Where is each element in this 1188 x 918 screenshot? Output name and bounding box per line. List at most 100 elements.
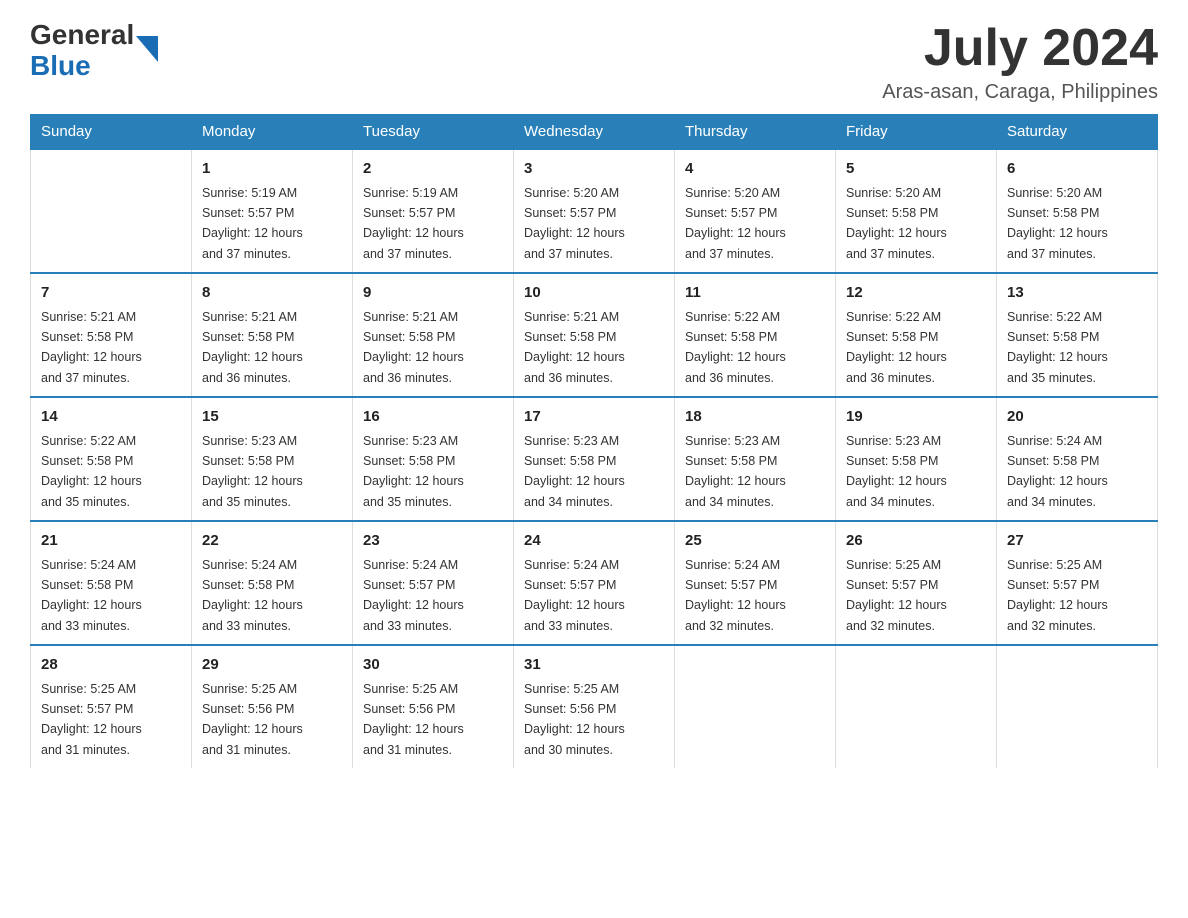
- day-info: Sunrise: 5:20 AM Sunset: 5:58 PM Dayligh…: [846, 186, 947, 261]
- day-info: Sunrise: 5:20 AM Sunset: 5:57 PM Dayligh…: [524, 186, 625, 261]
- calendar-cell: 17 Sunrise: 5:23 AM Sunset: 5:58 PM Dayli…: [514, 397, 675, 521]
- day-number: 1: [202, 158, 342, 181]
- day-info: Sunrise: 5:21 AM Sunset: 5:58 PM Dayligh…: [41, 310, 142, 385]
- day-info: Sunrise: 5:24 AM Sunset: 5:57 PM Dayligh…: [685, 558, 786, 633]
- day-number: 5: [846, 158, 986, 181]
- calendar-cell: 21Sunrise: 5:24 AM Sunset: 5:58 PM Dayli…: [31, 521, 192, 645]
- calendar-week-row: 7Sunrise: 5:21 AM Sunset: 5:58 PM Daylig…: [31, 273, 1158, 397]
- calendar-cell: 10Sunrise: 5:21 AM Sunset: 5:58 PM Dayli…: [514, 273, 675, 397]
- day-info: Sunrise: 5:24 AM Sunset: 5:58 PM Dayligh…: [41, 558, 142, 633]
- day-info: Sunrise: 5:21 AM Sunset: 5:58 PM Dayligh…: [202, 310, 303, 385]
- day-number: 6: [1007, 158, 1147, 181]
- day-info: Sunrise: 5:19 AM Sunset: 5:57 PM Dayligh…: [202, 186, 303, 261]
- month-year: July 2024: [882, 20, 1158, 77]
- calendar-cell: 13 Sunrise: 5:22 AM Sunset: 5:58 PM Dayli…: [997, 273, 1158, 397]
- day-number: 11: [685, 282, 825, 305]
- calendar-header-thursday: Thursday: [675, 115, 836, 150]
- calendar-cell: 15 Sunrise: 5:23 AM Sunset: 5:58 PM Dayli…: [192, 397, 353, 521]
- day-info: Sunrise: 5:24 AM Sunset: 5:57 PM Dayligh…: [363, 558, 464, 633]
- day-number: 31: [524, 654, 664, 677]
- calendar-cell: 19 Sunrise: 5:23 AM Sunset: 5:58 PM Dayli…: [836, 397, 997, 521]
- calendar-header-wednesday: Wednesday: [514, 115, 675, 150]
- calendar-cell: [836, 645, 997, 768]
- day-number: 8: [202, 282, 342, 305]
- day-info: Sunrise: 5:24 AM Sunset: 5:58 PM Dayligh…: [202, 558, 303, 633]
- day-number: 15: [202, 406, 342, 429]
- calendar-header-tuesday: Tuesday: [353, 115, 514, 150]
- calendar-cell: 9Sunrise: 5:21 AM Sunset: 5:58 PM Daylig…: [353, 273, 514, 397]
- day-info: Sunrise: 5:22 AM Sunset: 5:58 PM Dayligh…: [1007, 310, 1108, 385]
- day-number: 30: [363, 654, 503, 677]
- day-info: Sunrise: 5:25 AM Sunset: 5:56 PM Dayligh…: [363, 682, 464, 757]
- day-info: Sunrise: 5:23 AM Sunset: 5:58 PM Dayligh…: [363, 434, 464, 509]
- location: Aras-asan, Caraga, Philippines: [882, 81, 1158, 104]
- logo: General Blue: [30, 20, 158, 82]
- day-info: Sunrise: 5:21 AM Sunset: 5:58 PM Dayligh…: [524, 310, 625, 385]
- calendar-cell: 20Sunrise: 5:24 AM Sunset: 5:58 PM Dayli…: [997, 397, 1158, 521]
- calendar-week-row: 1 Sunrise: 5:19 AM Sunset: 5:57 PM Daylig…: [31, 149, 1158, 273]
- day-info: Sunrise: 5:19 AM Sunset: 5:57 PM Dayligh…: [363, 186, 464, 261]
- day-info: Sunrise: 5:23 AM Sunset: 5:58 PM Dayligh…: [846, 434, 947, 509]
- calendar-cell: 30 Sunrise: 5:25 AM Sunset: 5:56 PM Dayli…: [353, 645, 514, 768]
- calendar-cell: 8 Sunrise: 5:21 AM Sunset: 5:58 PM Daylig…: [192, 273, 353, 397]
- day-info: Sunrise: 5:25 AM Sunset: 5:56 PM Dayligh…: [202, 682, 303, 757]
- calendar-cell: 18 Sunrise: 5:23 AM Sunset: 5:58 PM Dayli…: [675, 397, 836, 521]
- day-number: 25: [685, 530, 825, 553]
- calendar-cell: 2 Sunrise: 5:19 AM Sunset: 5:57 PM Daylig…: [353, 149, 514, 273]
- calendar-cell: 23 Sunrise: 5:24 AM Sunset: 5:57 PM Dayli…: [353, 521, 514, 645]
- calendar-cell: 26 Sunrise: 5:25 AM Sunset: 5:57 PM Dayli…: [836, 521, 997, 645]
- calendar-cell: 28 Sunrise: 5:25 AM Sunset: 5:57 PM Dayli…: [31, 645, 192, 768]
- calendar-header-friday: Friday: [836, 115, 997, 150]
- day-number: 28: [41, 654, 181, 677]
- calendar-cell: 14Sunrise: 5:22 AM Sunset: 5:58 PM Dayli…: [31, 397, 192, 521]
- day-info: Sunrise: 5:21 AM Sunset: 5:58 PM Dayligh…: [363, 310, 464, 385]
- day-number: 19: [846, 406, 986, 429]
- day-number: 17: [524, 406, 664, 429]
- day-number: 13: [1007, 282, 1147, 305]
- day-info: Sunrise: 5:23 AM Sunset: 5:58 PM Dayligh…: [524, 434, 625, 509]
- calendar-cell: 24 Sunrise: 5:24 AM Sunset: 5:57 PM Dayli…: [514, 521, 675, 645]
- day-number: 20: [1007, 406, 1147, 429]
- calendar-cell: 3 Sunrise: 5:20 AM Sunset: 5:57 PM Daylig…: [514, 149, 675, 273]
- day-number: 2: [363, 158, 503, 181]
- calendar-cell: 5 Sunrise: 5:20 AM Sunset: 5:58 PM Daylig…: [836, 149, 997, 273]
- day-number: 4: [685, 158, 825, 181]
- calendar-cell: 6 Sunrise: 5:20 AM Sunset: 5:58 PM Daylig…: [997, 149, 1158, 273]
- day-number: 16: [363, 406, 503, 429]
- day-info: Sunrise: 5:25 AM Sunset: 5:57 PM Dayligh…: [41, 682, 142, 757]
- calendar-table: SundayMondayTuesdayWednesdayThursdayFrid…: [30, 114, 1158, 768]
- calendar-cell: [997, 645, 1158, 768]
- title-block: July 2024 Aras-asan, Caraga, Philippines: [882, 20, 1158, 104]
- day-info: Sunrise: 5:24 AM Sunset: 5:57 PM Dayligh…: [524, 558, 625, 633]
- day-info: Sunrise: 5:20 AM Sunset: 5:58 PM Dayligh…: [1007, 186, 1108, 261]
- calendar-cell: 12 Sunrise: 5:22 AM Sunset: 5:58 PM Dayli…: [836, 273, 997, 397]
- day-info: Sunrise: 5:23 AM Sunset: 5:58 PM Dayligh…: [202, 434, 303, 509]
- day-number: 18: [685, 406, 825, 429]
- day-number: 12: [846, 282, 986, 305]
- day-number: 23: [363, 530, 503, 553]
- day-number: 24: [524, 530, 664, 553]
- calendar-week-row: 28 Sunrise: 5:25 AM Sunset: 5:57 PM Dayli…: [31, 645, 1158, 768]
- calendar-header-saturday: Saturday: [997, 115, 1158, 150]
- calendar-cell: 1 Sunrise: 5:19 AM Sunset: 5:57 PM Daylig…: [192, 149, 353, 273]
- day-number: 3: [524, 158, 664, 181]
- calendar-week-row: 14Sunrise: 5:22 AM Sunset: 5:58 PM Dayli…: [31, 397, 1158, 521]
- calendar-cell: 31 Sunrise: 5:25 AM Sunset: 5:56 PM Dayli…: [514, 645, 675, 768]
- calendar-cell: 4 Sunrise: 5:20 AM Sunset: 5:57 PM Daylig…: [675, 149, 836, 273]
- calendar-header-sunday: Sunday: [31, 115, 192, 150]
- day-info: Sunrise: 5:25 AM Sunset: 5:57 PM Dayligh…: [1007, 558, 1108, 633]
- day-number: 26: [846, 530, 986, 553]
- calendar-cell: 16 Sunrise: 5:23 AM Sunset: 5:58 PM Dayli…: [353, 397, 514, 521]
- day-info: Sunrise: 5:22 AM Sunset: 5:58 PM Dayligh…: [846, 310, 947, 385]
- day-info: Sunrise: 5:23 AM Sunset: 5:58 PM Dayligh…: [685, 434, 786, 509]
- calendar-cell: 11 Sunrise: 5:22 AM Sunset: 5:58 PM Dayli…: [675, 273, 836, 397]
- calendar-cell: 7Sunrise: 5:21 AM Sunset: 5:58 PM Daylig…: [31, 273, 192, 397]
- calendar-cell: [31, 149, 192, 273]
- day-info: Sunrise: 5:25 AM Sunset: 5:57 PM Dayligh…: [846, 558, 947, 633]
- day-number: 14: [41, 406, 181, 429]
- day-number: 27: [1007, 530, 1147, 553]
- day-info: Sunrise: 5:20 AM Sunset: 5:57 PM Dayligh…: [685, 186, 786, 261]
- day-info: Sunrise: 5:25 AM Sunset: 5:56 PM Dayligh…: [524, 682, 625, 757]
- day-info: Sunrise: 5:22 AM Sunset: 5:58 PM Dayligh…: [685, 310, 786, 385]
- day-number: 29: [202, 654, 342, 677]
